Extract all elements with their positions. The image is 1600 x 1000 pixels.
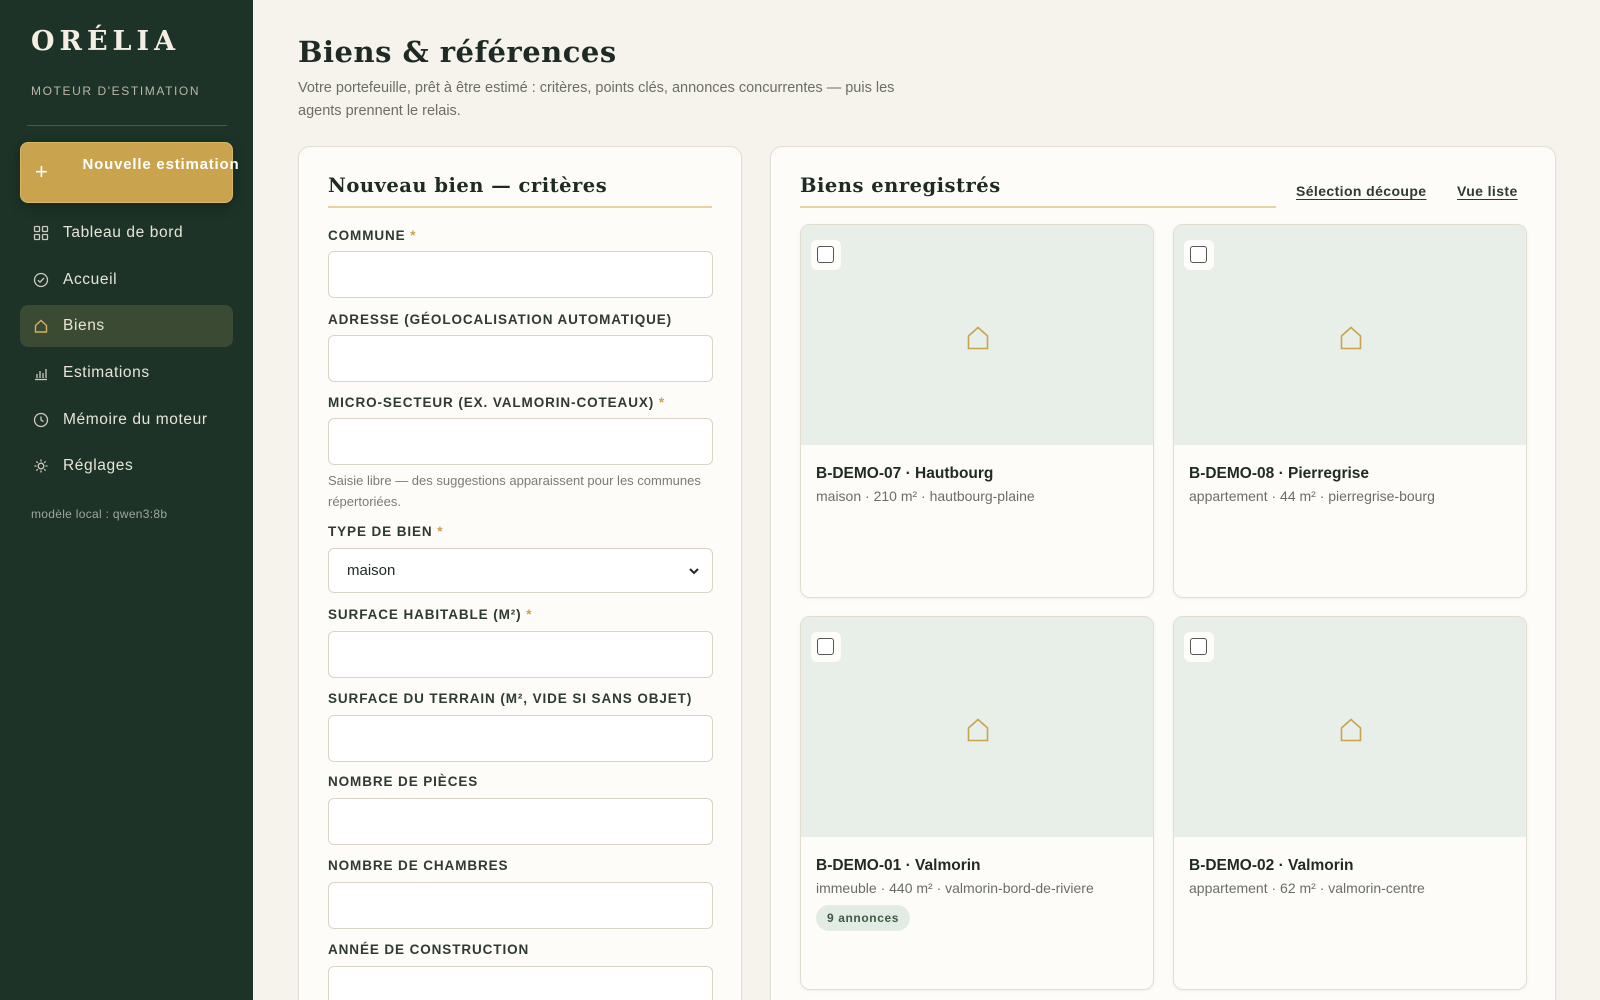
sidebar-item-accueil[interactable]: Accueil	[20, 259, 233, 301]
commune-label: COMMUNE *	[328, 228, 417, 243]
sidebar-item-memoire-du-moteur[interactable]: Mémoire du moteur	[20, 399, 233, 441]
property-card[interactable]: B-DEMO-01 · Valmorin immeuble · 440 m² ·…	[800, 616, 1154, 990]
property-subtitle: appartement · 62 m² · valmorin-centre	[1189, 880, 1425, 896]
card-checkbox-wrap	[1184, 632, 1214, 662]
saved-properties-panel: Biens enregistrés Sélection découpe Vue …	[770, 146, 1556, 1000]
adresse-input[interactable]	[328, 335, 713, 382]
card-checkbox-wrap	[811, 240, 841, 270]
sidebar: ORÉLIA MOTEUR D'ESTIMATION + Nouvelle es…	[0, 0, 253, 1000]
micro-secteur-label: MICRO-SECTEUR (EX. VALMORIN-COTEAUX) *	[328, 395, 665, 410]
surface-habitable-input[interactable]	[328, 631, 713, 678]
micro-secteur-hint: Saisie libre — des suggestions apparaiss…	[328, 473, 701, 509]
type-de-bien-label: TYPE DE BIEN *	[328, 524, 444, 539]
adresse-label: ADRESSE (GÉOLOCALISATION AUTOMATIQUE)	[328, 312, 673, 327]
grid-icon	[33, 225, 49, 241]
sidebar-item-estimations[interactable]: Estimations	[20, 352, 233, 394]
house-placeholder-icon	[967, 326, 989, 350]
nombre-pieces-label: NOMBRE DE PIÈCES	[328, 774, 479, 789]
required-mark: *	[526, 607, 533, 622]
brand-logo[interactable]: ORÉLIA	[31, 26, 180, 57]
micro-secteur-input[interactable]	[328, 418, 713, 465]
new-estimation-button[interactable]: + Nouvelle estimation	[20, 142, 239, 203]
plus-icon: +	[35, 159, 48, 184]
nombre-chambres-input[interactable]	[328, 882, 713, 929]
saved-title-rule	[800, 206, 1276, 208]
type-de-bien-select[interactable]: maison	[328, 548, 713, 593]
property-subtitle: maison · 210 m² · hautbourg-plaine	[816, 488, 1035, 504]
nombre-pieces-input[interactable]	[328, 798, 713, 845]
property-subtitle: immeuble · 440 m² · valmorin-bord-de-riv…	[816, 880, 1094, 896]
brand-tagline: MOTEUR D'ESTIMATION	[31, 84, 201, 98]
form-title-rule	[328, 206, 712, 208]
new-estimation-label: Nouvelle estimation	[82, 156, 240, 173]
property-card[interactable]: B-DEMO-07 · Hautbourg maison · 210 m² · …	[800, 224, 1154, 598]
select-checkbox[interactable]	[817, 638, 834, 655]
bar-chart-icon	[35, 369, 47, 381]
sidebar-item-label: Tableau de bord	[63, 224, 184, 241]
required-mark: *	[437, 524, 444, 539]
clock-icon	[33, 412, 49, 427]
surface-habitable-label: SURFACE HABITABLE (M²) *	[328, 607, 533, 622]
property-title: B-DEMO-01 · Valmorin	[816, 857, 981, 874]
page-description: Votre portefeuille, prêt à être estimé :…	[298, 80, 895, 119]
check-circle-icon	[33, 272, 49, 287]
form-title: Nouveau bien — critères	[328, 174, 608, 197]
sidebar-item-reglages[interactable]: Réglages	[20, 445, 233, 487]
select-checkbox[interactable]	[1190, 246, 1207, 263]
card-checkbox-wrap	[811, 632, 841, 662]
sun-icon	[34, 459, 48, 473]
sidebar-item-label: Biens	[63, 317, 105, 335]
property-subtitle: appartement · 44 m² · pierregrise-bourg	[1189, 488, 1435, 504]
page-title: Biens & références	[298, 35, 617, 69]
property-title: B-DEMO-08 · Pierregrise	[1189, 465, 1370, 482]
sidebar-item-label: Estimations	[63, 364, 150, 382]
saved-properties-title: Biens enregistrés	[800, 174, 1001, 197]
annee-construction-label: ANNÉE DE CONSTRUCTION	[328, 942, 530, 957]
sidebar-item-biens[interactable]: Biens	[20, 305, 233, 348]
nombre-chambres-label: NOMBRE DE CHAMBRES	[328, 858, 509, 873]
new-property-form: Nouveau bien — critères COMMUNE * ADRESS…	[298, 146, 742, 1000]
sidebar-item-label: Accueil	[63, 270, 118, 288]
sidebar-item-tableau-de-bord[interactable]: Tableau de bord	[20, 212, 233, 254]
sidebar-divider	[27, 125, 227, 126]
vue-liste-link[interactable]: Vue liste	[1457, 183, 1518, 199]
chevron-down-icon	[689, 568, 699, 575]
house-icon	[34, 319, 48, 334]
model-note: modèle local : qwen3:8b	[31, 507, 168, 521]
annee-construction-input[interactable]	[328, 966, 713, 1000]
house-placeholder-icon	[1340, 326, 1362, 350]
selection-decoupe-link[interactable]: Sélection découpe	[1296, 183, 1427, 199]
house-placeholder-icon	[967, 718, 989, 742]
sidebar-nav: Tableau de bord Accueil Biens Estimation…	[20, 212, 233, 492]
property-card[interactable]: B-DEMO-02 · Valmorin appartement · 62 m²…	[1173, 616, 1527, 990]
sidebar-item-label: Réglages	[63, 457, 134, 475]
property-title: B-DEMO-02 · Valmorin	[1189, 857, 1354, 874]
surface-terrain-input[interactable]	[328, 715, 713, 762]
listings-count-badge: 9 annonces	[816, 905, 911, 931]
surface-terrain-label: SURFACE DU TERRAIN (M², VIDE SI SANS OBJ…	[328, 691, 693, 706]
select-checkbox[interactable]	[1190, 638, 1207, 655]
house-placeholder-icon	[1340, 718, 1362, 742]
property-title: B-DEMO-07 · Hautbourg	[816, 465, 994, 482]
sidebar-item-label: Mémoire du moteur	[63, 410, 208, 428]
property-card[interactable]: B-DEMO-08 · Pierregrise appartement · 44…	[1173, 224, 1527, 598]
type-de-bien-value: maison	[347, 562, 396, 579]
required-mark: *	[410, 228, 417, 243]
select-checkbox[interactable]	[817, 246, 834, 263]
card-checkbox-wrap	[1184, 240, 1214, 270]
commune-input[interactable]	[328, 251, 713, 298]
required-mark: *	[658, 395, 665, 410]
